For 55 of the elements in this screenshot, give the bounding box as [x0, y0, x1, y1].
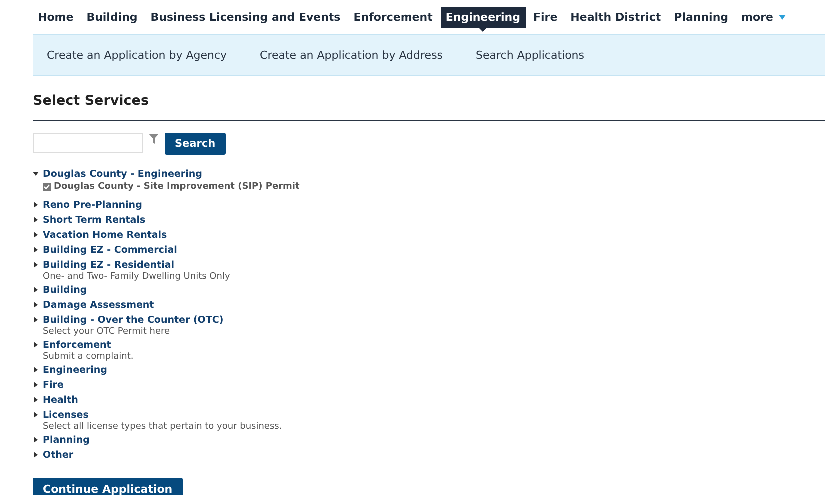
service-group-link[interactable]: Douglas County - Engineering [43, 168, 202, 180]
service-group-link[interactable]: Enforcement [43, 340, 112, 350]
service-group-link[interactable]: Short Term Rentals [43, 214, 146, 226]
sub-nav-link[interactable]: Search Applications [476, 48, 585, 62]
service-description: Select all license types that pertain to your business. [43, 422, 284, 432]
service-group-link[interactable]: Reno Pre-Planning [43, 200, 142, 210]
nav-tab[interactable]: Fire [528, 6, 563, 28]
filter-icon[interactable] [149, 134, 159, 144]
service-group-link[interactable]: Licenses [43, 410, 89, 420]
caret-right-icon[interactable] [33, 302, 39, 308]
caret-right-icon[interactable] [33, 287, 39, 293]
service-group-link[interactable]: Building [43, 284, 88, 296]
nav-tab[interactable]: Business Licensing and Events [146, 6, 346, 28]
caret-down-icon[interactable] [33, 171, 39, 177]
nav-tab[interactable]: Enforcement [348, 6, 438, 28]
service-group-link[interactable]: Building - Over the Counter (OTC) [43, 314, 224, 326]
section-heading: Select Services [33, 93, 825, 121]
caret-right-icon[interactable] [33, 367, 39, 373]
service-description: Select your OTC Permit here [43, 327, 172, 337]
sub-nav-link[interactable]: Create an Application by Address [260, 48, 444, 62]
search-field[interactable] [33, 133, 143, 153]
service-group-link[interactable]: Vacation Home Rentals [43, 230, 168, 240]
service-description: One- and Two- Family Dwelling Units Only [43, 272, 232, 282]
service-group-link[interactable]: Engineering [43, 364, 108, 376]
service-group-link[interactable]: Building EZ - Commercial [43, 244, 178, 256]
service-description: Submit a complaint. [43, 352, 135, 362]
caret-right-icon[interactable] [33, 342, 39, 348]
checkbox[interactable] [43, 183, 51, 191]
caret-down-icon [779, 14, 786, 20]
caret-right-icon[interactable] [33, 437, 39, 443]
service-group-link[interactable]: Damage Assessment [43, 300, 154, 310]
caret-right-icon[interactable] [33, 397, 39, 403]
caret-right-icon[interactable] [33, 247, 39, 253]
service-group-link[interactable]: Fire [43, 380, 64, 390]
service-label: Douglas County - Site Improvement (SIP) Permit [54, 182, 300, 192]
more-menu[interactable]: more [736, 6, 792, 28]
nav-tab[interactable]: Home [33, 6, 79, 28]
caret-right-icon[interactable] [33, 232, 39, 238]
caret-right-icon[interactable] [33, 262, 39, 268]
caret-right-icon[interactable] [33, 317, 39, 323]
caret-right-icon[interactable] [33, 412, 39, 418]
caret-right-icon[interactable] [33, 382, 39, 388]
continue-application-button[interactable]: Continue Application [33, 478, 183, 495]
service-group-link[interactable]: Other [43, 450, 74, 460]
service-group-link[interactable]: Building EZ - Residential [43, 260, 175, 270]
nav-tab[interactable]: Planning [669, 6, 734, 28]
caret-right-icon[interactable] [33, 452, 39, 458]
service-group-link[interactable]: Health [43, 394, 78, 406]
search-button[interactable]: Search [165, 133, 226, 155]
caret-right-icon[interactable] [33, 202, 39, 208]
sub-nav-link[interactable]: Create an Application by Agency [47, 48, 228, 62]
nav-tab[interactable]: Building [82, 6, 143, 28]
service-group-link[interactable]: Planning [43, 434, 90, 446]
caret-right-icon[interactable] [33, 217, 39, 223]
nav-tab[interactable]: Health District [566, 6, 666, 28]
